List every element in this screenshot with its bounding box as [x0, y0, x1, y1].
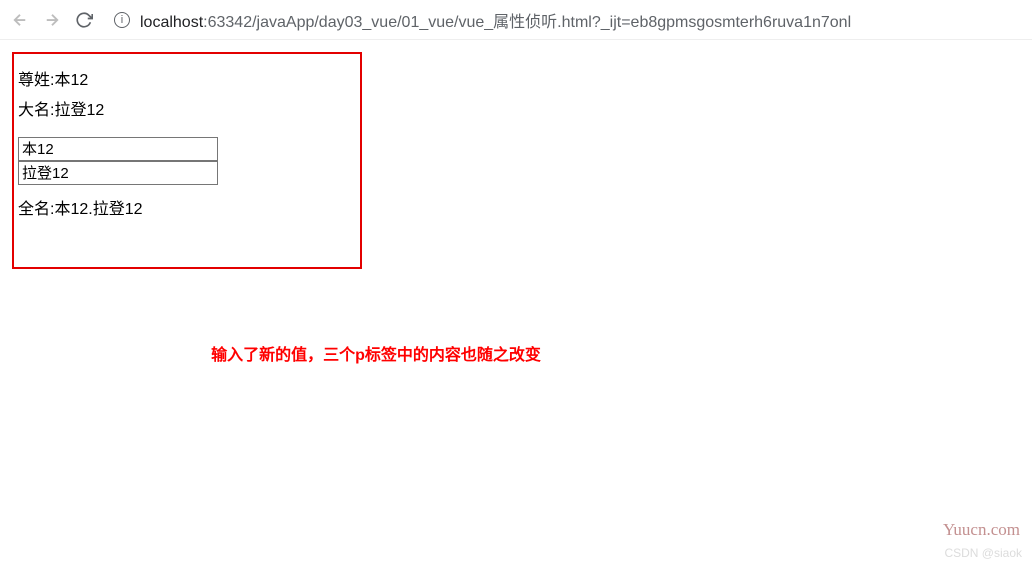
- browser-toolbar: i localhost:63342/javaApp/day03_vue/01_v…: [0, 0, 1032, 40]
- url-port: :63342: [203, 14, 252, 31]
- address-bar[interactable]: i localhost:63342/javaApp/day03_vue/01_v…: [114, 8, 1022, 32]
- url-text: localhost:63342/javaApp/day03_vue/01_vue…: [140, 8, 851, 32]
- annotation-text: 输入了新的值，三个p标签中的内容也随之改变: [0, 341, 1020, 365]
- input-group: [18, 137, 356, 185]
- givenname-paragraph: 大名:拉登12: [18, 100, 356, 122]
- highlighted-box: 尊姓:本12 大名:拉登12 全名:本12.拉登12: [12, 52, 362, 269]
- page-content: 尊姓:本12 大名:拉登12 全名:本12.拉登12 输入了新的值，三个p标签中…: [0, 40, 1032, 377]
- watermark-yuucn: Yuucn.com: [943, 520, 1020, 540]
- reload-button[interactable]: [74, 10, 94, 30]
- fullname-label: 全名:: [18, 201, 54, 218]
- back-button[interactable]: [10, 10, 30, 30]
- fullname-paragraph: 全名:本12.拉登12: [18, 199, 356, 221]
- forward-button[interactable]: [42, 10, 62, 30]
- surname-label: 尊姓:: [18, 72, 54, 89]
- givenname-value: 拉登12: [54, 102, 104, 119]
- surname-paragraph: 尊姓:本12: [18, 70, 356, 92]
- info-icon[interactable]: i: [114, 12, 130, 28]
- givenname-label: 大名:: [18, 102, 54, 119]
- givenname-input[interactable]: [18, 161, 218, 185]
- watermark-csdn: CSDN @siaok: [944, 546, 1022, 560]
- url-host: localhost: [140, 14, 203, 31]
- fullname-value: 本12.拉登12: [54, 201, 142, 218]
- url-path: /javaApp/day03_vue/01_vue/vue_属性侦听.html?…: [252, 14, 851, 31]
- surname-input[interactable]: [18, 137, 218, 161]
- surname-value: 本12: [54, 72, 88, 89]
